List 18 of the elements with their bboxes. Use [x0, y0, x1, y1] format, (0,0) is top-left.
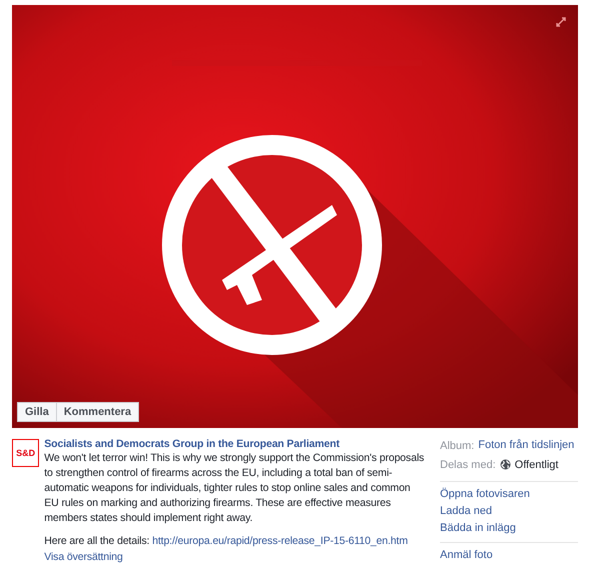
report-link[interactable]: Anmäl foto [440, 548, 493, 563]
sidebar-action-link[interactable]: Öppna fotovisaren [440, 487, 530, 502]
shared-label: Delas med: [440, 458, 496, 470]
audience-label: Offentligt [514, 458, 558, 470]
photo-action-button[interactable]: Gilla [17, 402, 57, 422]
album-label: Album: [440, 440, 474, 452]
sidebar-action-link[interactable]: Ladda ned [440, 504, 492, 519]
author-link[interactable]: Socialists and Democrats Group in the European Parliament [44, 437, 340, 451]
details-text: Here are all the details: http://europa.eu/rapid/press-release_IP-15-6110_en.htm [44, 534, 408, 549]
album-link[interactable]: Foton från tidslinjen [478, 438, 574, 453]
globe-icon [500, 459, 511, 470]
expand-icon[interactable] [556, 17, 566, 27]
page-avatar[interactable]: S&D [12, 439, 40, 467]
sidebar-action-link[interactable]: Bädda in inlägg [440, 521, 516, 536]
translate-link[interactable]: Visa översättning [44, 550, 123, 564]
photo-action-button[interactable]: Kommentera [56, 402, 140, 422]
post-text: We won't let terror win! This is why we strongly support the Commission's proposals to strengthen control of firearms across the EU, including a total ban of semi-automatic weapons for individuals, tighter rules to stop online sales and common EU rules on marking and authorizing firearms. These are effective measures members states should implement right away. [44, 451, 425, 526]
details-link[interactable]: http://europa.eu/rapid/press-release_IP-15-6110_en.htm [152, 535, 408, 547]
